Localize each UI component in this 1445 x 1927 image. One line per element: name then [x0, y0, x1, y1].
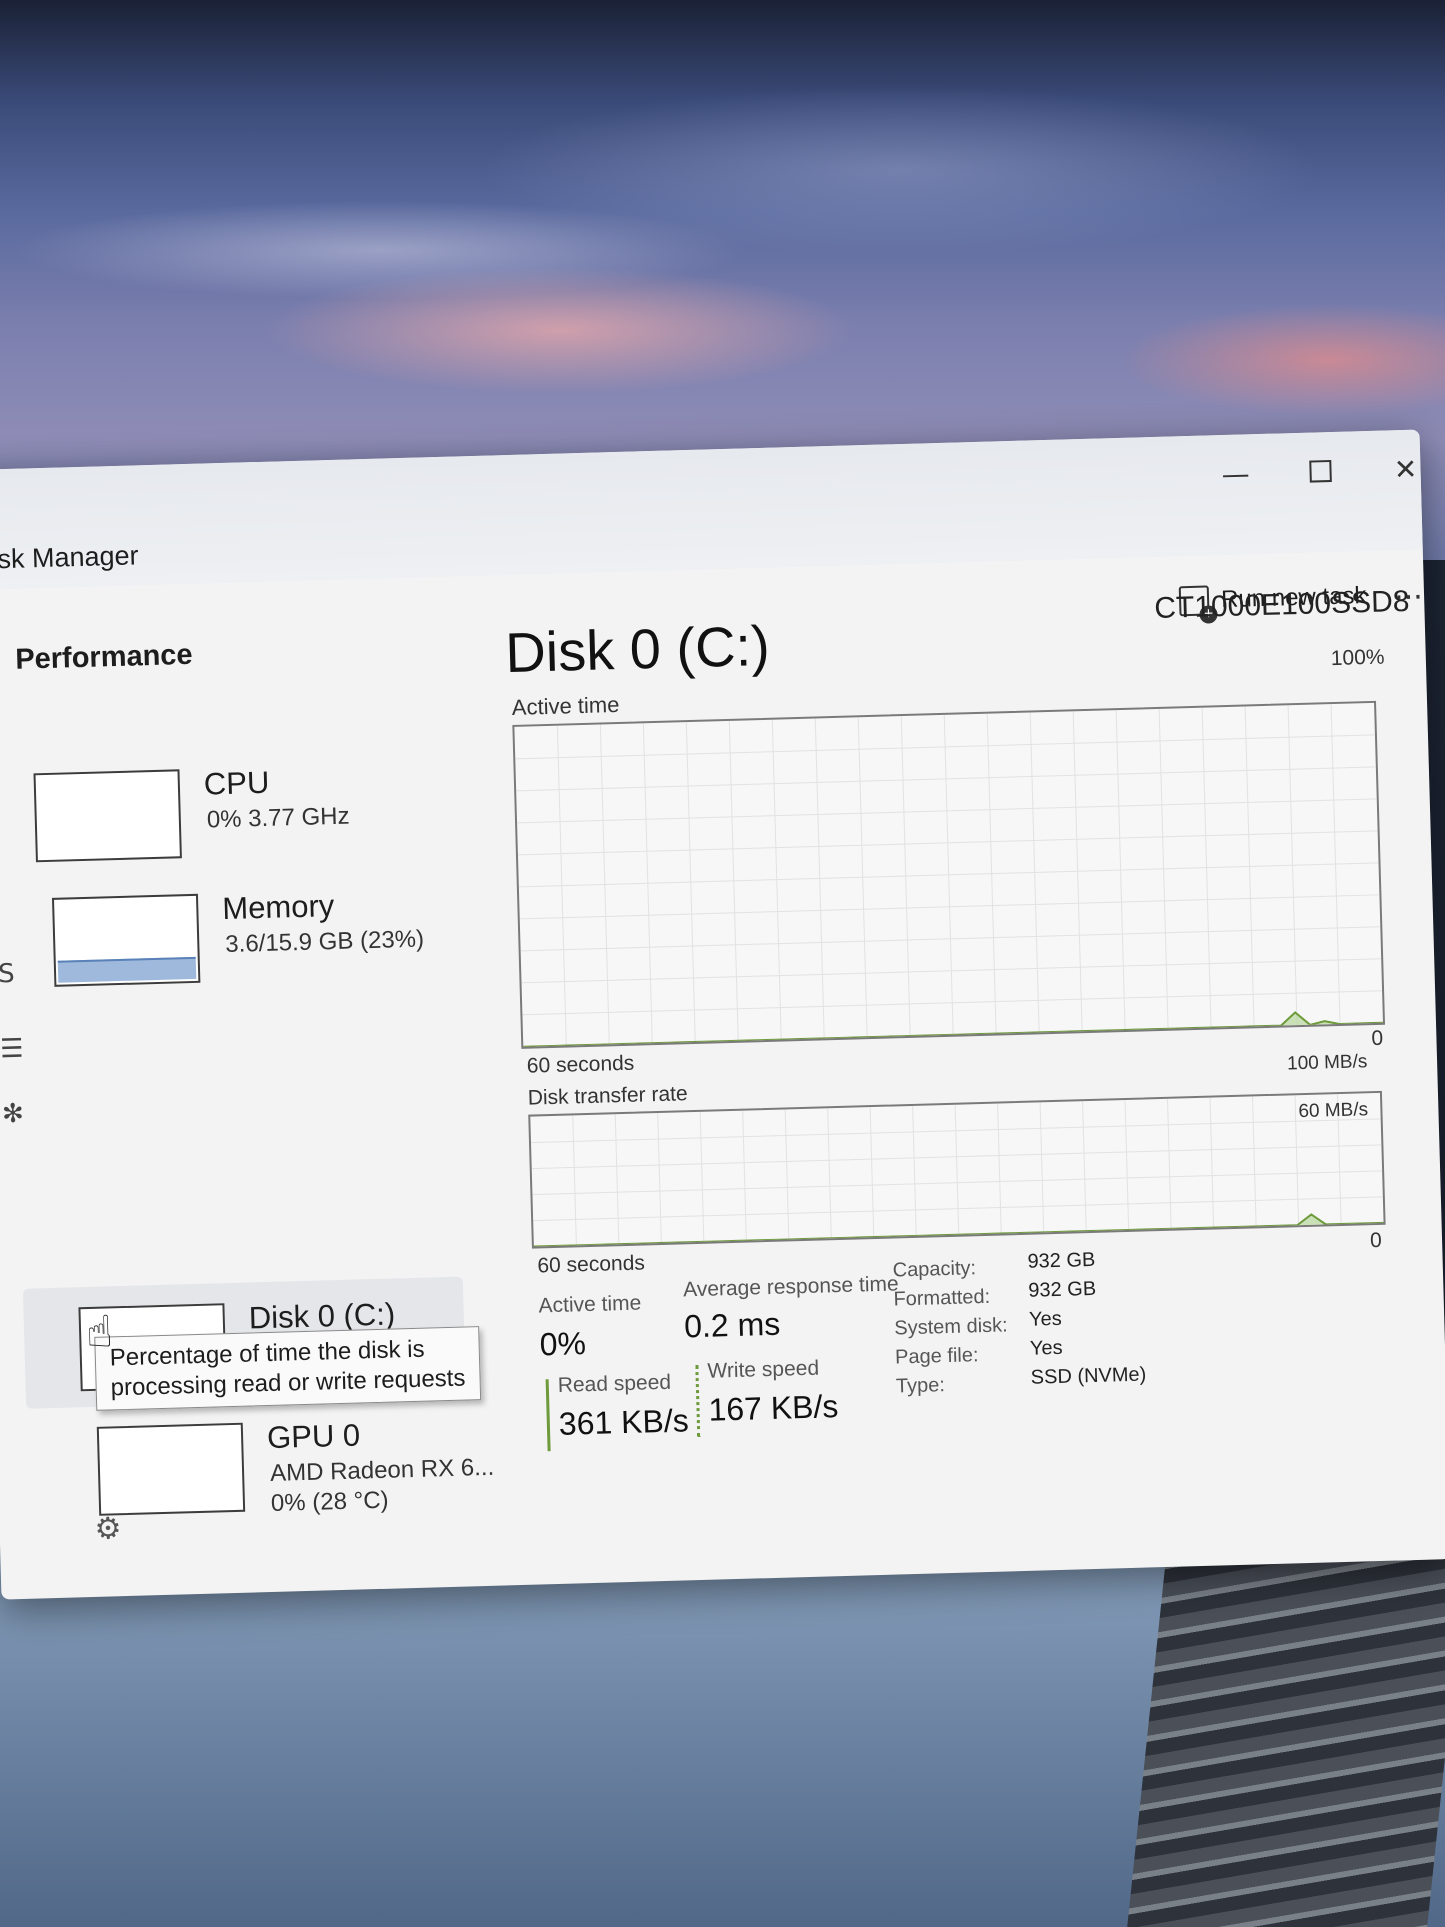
grid-line-vertical [657, 1113, 662, 1244]
write-speed-bar [695, 1365, 701, 1438]
grid-line-vertical [997, 1103, 1002, 1234]
memory-thumbnail [51, 893, 201, 987]
prop-page-file-label: Page file: [894, 1344, 979, 1369]
grid-line-vertical [827, 1108, 832, 1239]
grid-line-vertical [1082, 1101, 1087, 1232]
transfer-rate-plot [530, 1094, 1384, 1247]
close-button[interactable]: ✕ [1385, 449, 1426, 490]
device-name: GPU 0 [266, 1417, 361, 1456]
write-speed-label: Write speed [707, 1356, 820, 1383]
minimize-button[interactable]: — [1215, 454, 1256, 495]
transfer-max-label: 100 MB/s [1286, 1051, 1368, 1075]
disk-tooltip: Percentage of time the disk is processin… [94, 1326, 482, 1411]
prop-type-label: Type: [895, 1374, 946, 1398]
prop-system-disk-label: System disk: [894, 1314, 1008, 1340]
hand-pointer-icon: ☝ [85, 1306, 114, 1359]
grid-line-vertical [1124, 1099, 1130, 1230]
grid-line-vertical [1209, 1097, 1215, 1228]
services-icon[interactable]: S [0, 959, 15, 989]
transfer-mid-label: 60 MB/s [1298, 1099, 1369, 1123]
prop-system-disk-value: Yes [1028, 1307, 1063, 1331]
cpu-thumbnail [33, 769, 182, 863]
grid-line-vertical [784, 1109, 790, 1240]
read-speed-value: 361 KB/s [558, 1402, 690, 1442]
gpu-thumbnail [96, 1422, 246, 1516]
avg-response-label: Average response time [682, 1272, 899, 1302]
puzzle-icon[interactable]: ✻ [2, 1099, 25, 1130]
prop-page-file-value: Yes [1029, 1336, 1063, 1360]
grid-line-vertical [699, 1111, 705, 1242]
device-stats: AMD Radeon RX 6... [269, 1453, 495, 1488]
active-time-chart-label: Active time [511, 691, 620, 720]
page-title: Performance [14, 638, 194, 676]
task-manager-window[interactable]: ask Manager — ✕ S ☰ ✻ Performance Run ne… [0, 429, 1445, 1600]
device-stats: 3.6/15.9 GB (23%) [224, 925, 425, 959]
prop-capacity-value: 932 GB [1027, 1248, 1096, 1273]
grid-line-vertical [1167, 1098, 1172, 1229]
active-time-stat-value: 0% [539, 1325, 587, 1363]
nav-rail: S ☰ ✻ [0, 587, 92, 1599]
grid-line-vertical [572, 1115, 577, 1246]
prop-type-value: SSD (NVMe) [1030, 1363, 1147, 1389]
active-time-duration-label: 60 seconds [526, 1051, 635, 1078]
read-speed-bar [545, 1379, 551, 1452]
grid-line-vertical [1039, 1102, 1045, 1233]
device-stats: 0% 3.77 GHz [206, 802, 350, 834]
settings-gear-icon[interactable]: ⚙ [94, 1511, 122, 1547]
memory-usage-fill [57, 957, 197, 983]
active-time-plot [515, 704, 1383, 1047]
transfer-min-label: 0 [1369, 1228, 1383, 1253]
write-speed-value: 167 KB/s [708, 1388, 839, 1428]
active-time-max-label: 100% [1330, 645, 1385, 671]
maximize-button[interactable] [1300, 452, 1341, 493]
window-title: ask Manager [0, 540, 139, 575]
grid-line-vertical [1251, 1096, 1257, 1227]
maximize-icon [1309, 459, 1332, 483]
grid-line-vertical [912, 1105, 917, 1236]
device-name: CPU [203, 764, 270, 802]
active-time-chart [512, 700, 1386, 1049]
grid-line-vertical [954, 1104, 960, 1235]
prop-formatted-label: Formatted: [893, 1285, 991, 1311]
transfer-rate-chart [528, 1090, 1386, 1249]
prop-formatted-value: 932 GB [1028, 1277, 1097, 1302]
active-time-stat-label: Active time [538, 1291, 642, 1318]
device-name: Memory [221, 888, 335, 927]
prop-capacity-label: Capacity: [892, 1257, 977, 1282]
details-icon[interactable]: ☰ [0, 1034, 24, 1065]
disk-model: CT1000E100SSD8 [1153, 584, 1410, 625]
grid-line-vertical [742, 1110, 747, 1241]
detail-title: Disk 0 (C:) [504, 613, 771, 685]
transfer-duration-label: 60 seconds [537, 1251, 646, 1278]
active-time-min-label: 0 [1371, 1026, 1384, 1051]
avg-response-value: 0.2 ms [683, 1305, 781, 1345]
read-speed-label: Read speed [557, 1370, 672, 1397]
grid-line-vertical [614, 1114, 620, 1245]
device-temp: 0% (28 °C) [270, 1486, 389, 1517]
transfer-chart-label: Disk transfer rate [527, 1082, 688, 1110]
grid-line-vertical [869, 1107, 875, 1238]
